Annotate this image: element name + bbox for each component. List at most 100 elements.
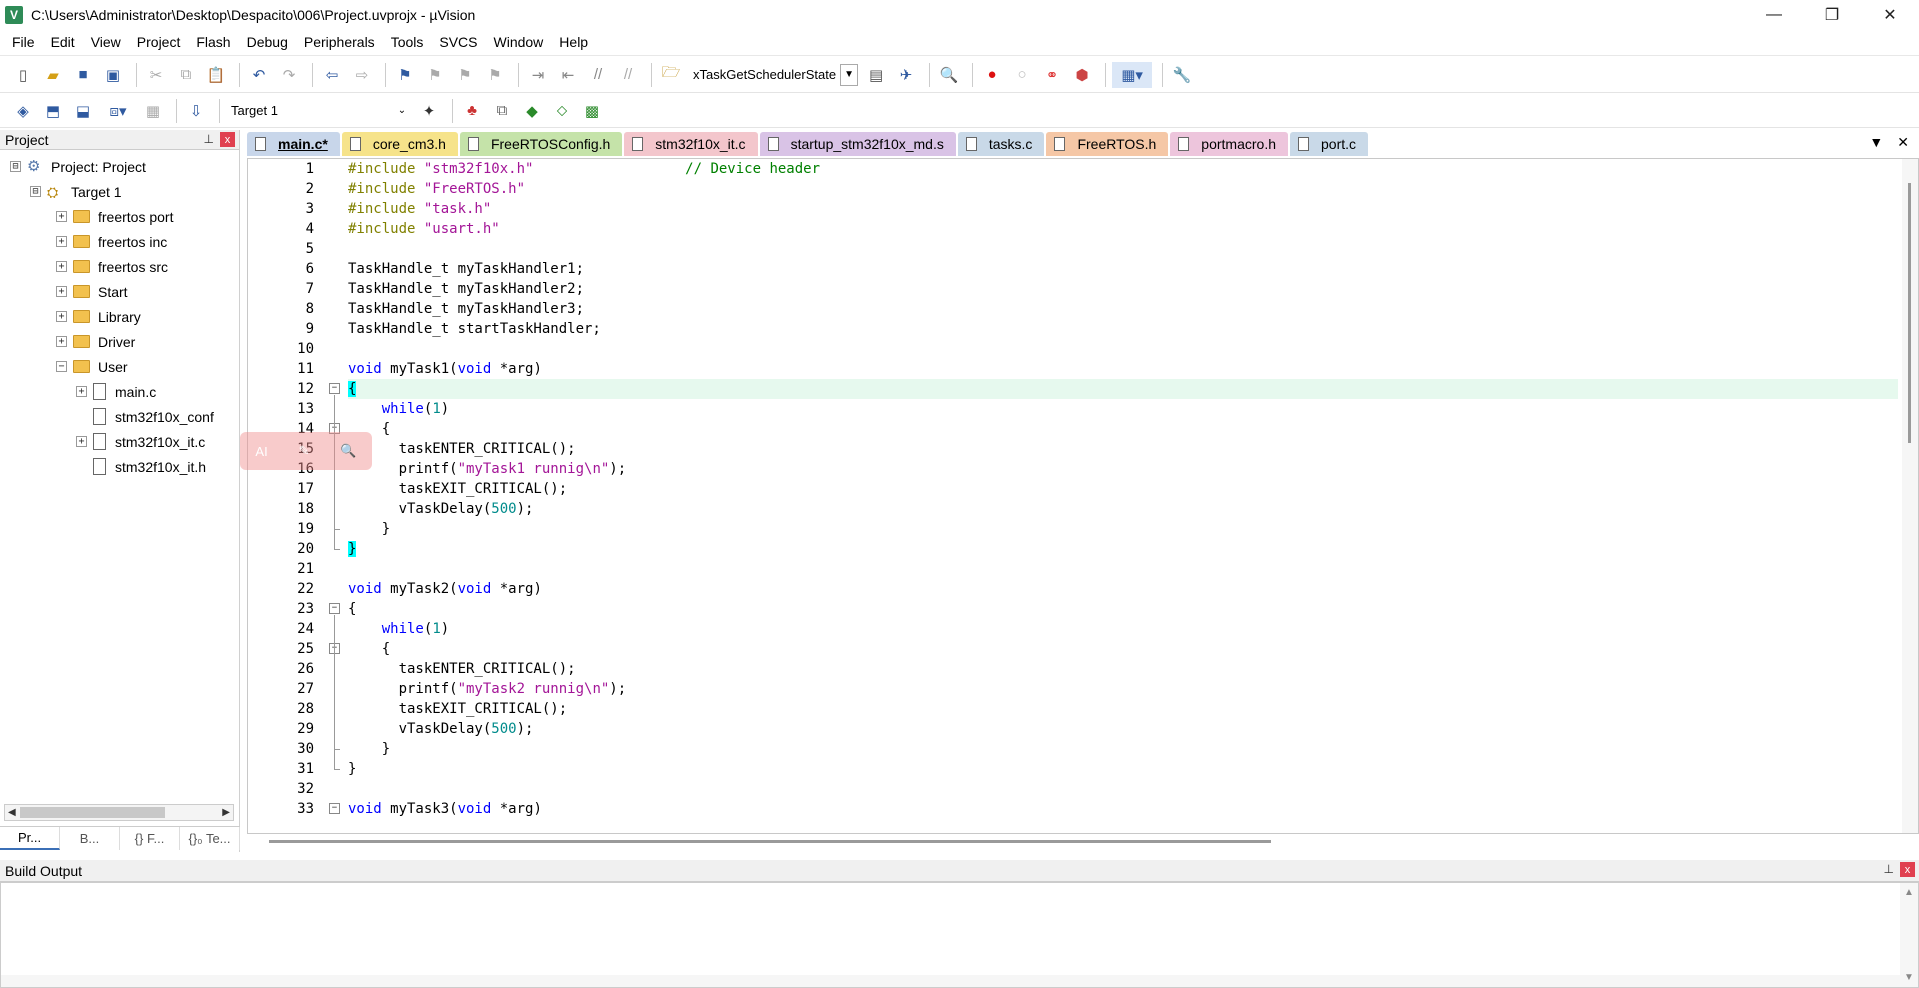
close-icon[interactable]: x xyxy=(220,132,235,147)
tree-item[interactable]: ⊟ ⚙ Project: Project xyxy=(0,154,239,179)
translate-icon[interactable]: ◈ xyxy=(10,98,36,124)
code-line[interactable]: } xyxy=(348,739,1898,759)
code-line[interactable]: while(1) xyxy=(348,619,1898,639)
close-icon[interactable]: x xyxy=(1900,862,1915,877)
code-line[interactable]: TaskHandle_t myTaskHandler1; xyxy=(348,259,1898,279)
incremental-find-icon[interactable]: ▤ xyxy=(863,62,889,88)
bookmark-icon[interactable]: ⚑ xyxy=(392,62,418,88)
maximize-button[interactable]: ❐ xyxy=(1803,0,1861,29)
code-line[interactable]: void myTask1(void *arg) xyxy=(348,359,1898,379)
code-line[interactable]: } xyxy=(348,519,1898,539)
menu-project[interactable]: Project xyxy=(129,29,189,56)
clear-bookmarks-icon[interactable]: ⚑ xyxy=(482,62,508,88)
code-line[interactable]: { xyxy=(348,639,1898,659)
code-line[interactable]: taskENTER_CRITICAL(); xyxy=(348,659,1898,679)
horizontal-scrollbar[interactable]: ◀ ▶ xyxy=(4,804,234,821)
expand-toggle-icon[interactable]: + xyxy=(56,311,67,322)
stop-build-icon[interactable]: ▦ xyxy=(140,98,166,124)
code-line[interactable]: { xyxy=(348,419,1898,439)
scroll-up-icon[interactable]: ▲ xyxy=(1904,887,1914,898)
file-tab[interactable]: FreeRTOS.h xyxy=(1046,132,1169,156)
find-replace-icon[interactable]: ✈ xyxy=(893,62,919,88)
code-line[interactable]: TaskHandle_t myTaskHandler3; xyxy=(348,299,1898,319)
vertical-scrollbar[interactable] xyxy=(1902,159,1918,833)
scroll-right-icon[interactable]: ▶ xyxy=(222,805,230,820)
pack-installer-icon[interactable]: ⬦ xyxy=(549,98,575,124)
code-line[interactable]: #include "stm32f10x.h" // Device header xyxy=(348,159,1898,179)
code-line[interactable]: vTaskDelay(500); xyxy=(348,499,1898,519)
search-icon[interactable]: 🔍 xyxy=(340,443,356,459)
tree-item[interactable]: + Library xyxy=(0,304,239,329)
close-tab-icon[interactable]: ✕ xyxy=(1897,134,1909,151)
menu-peripherals[interactable]: Peripherals xyxy=(296,29,383,56)
kill-breakpoints-icon[interactable]: ⬢ xyxy=(1069,62,1095,88)
run-time-environment-icon[interactable]: ▩ xyxy=(579,98,605,124)
expand-toggle-icon[interactable]: + xyxy=(56,236,67,247)
menu-debug[interactable]: Debug xyxy=(239,29,296,56)
chevron-down-icon[interactable]: ▼ xyxy=(840,63,859,86)
download-load-icon[interactable]: ⇩ xyxy=(183,98,209,124)
cut-icon[interactable]: ✂ xyxy=(143,62,169,88)
code-line[interactable]: #include "FreeRTOS.h" xyxy=(348,179,1898,199)
expand-toggle-icon[interactable]: + xyxy=(76,436,87,447)
enable-breakpoint-icon[interactable]: ○ xyxy=(1009,62,1035,88)
menu-window[interactable]: Window xyxy=(486,29,552,56)
tree-item[interactable]: stm32f10x_conf xyxy=(0,404,239,429)
expand-toggle-icon[interactable]: − xyxy=(56,361,67,372)
redo-icon[interactable]: ↷ xyxy=(276,62,302,88)
tab-list-icon[interactable]: ▼ xyxy=(1869,134,1883,151)
code-line[interactable]: void myTask3(void *arg) xyxy=(348,799,1898,819)
file-tab[interactable]: FreeRTOSConfig.h xyxy=(459,132,623,156)
expand-toggle-icon[interactable]: + xyxy=(76,386,87,397)
find-combo-value[interactable]: xTaskGetSchedulerState xyxy=(693,67,836,82)
rebuild-icon[interactable]: ⬓ xyxy=(70,98,96,124)
insert-breakpoint-icon[interactable]: ● xyxy=(979,62,1005,88)
indent-icon[interactable]: ⇥ xyxy=(525,62,551,88)
pin-icon[interactable]: ⊥ xyxy=(204,132,214,147)
vertical-scrollbar[interactable]: ▲ ▼ xyxy=(1900,883,1918,987)
tree-item[interactable]: + freertos inc xyxy=(0,229,239,254)
save-icon[interactable]: ■ xyxy=(70,62,96,88)
code-line[interactable]: TaskHandle_t myTaskHandler2; xyxy=(348,279,1898,299)
code-line[interactable]: } xyxy=(348,759,1898,779)
code-line[interactable]: taskEXIT_CRITICAL(); xyxy=(348,699,1898,719)
scroll-thumb[interactable] xyxy=(20,807,165,818)
scroll-thumb[interactable] xyxy=(269,840,1271,843)
code-line[interactable]: #include "task.h" xyxy=(348,199,1898,219)
file-tab[interactable]: stm32f10x_it.c xyxy=(624,132,758,156)
menu-flash[interactable]: Flash xyxy=(188,29,238,56)
tree-item[interactable]: stm32f10x_it.h xyxy=(0,454,239,479)
paste-icon[interactable]: 📋 xyxy=(203,62,229,88)
tree-item[interactable]: + main.c xyxy=(0,379,239,404)
expand-toggle-icon[interactable]: ⊟ xyxy=(10,161,21,172)
fold-toggle-icon[interactable]: − xyxy=(329,803,340,814)
expand-toggle-icon[interactable]: + xyxy=(56,336,67,347)
copy-icon[interactable]: ⧉ xyxy=(173,62,199,88)
window-layout-icon[interactable]: ▦▾ xyxy=(1112,61,1153,88)
file-tab[interactable]: tasks.c xyxy=(957,132,1045,156)
build-output-text[interactable]: ▲ ▼ xyxy=(0,882,1919,988)
unindent-icon[interactable]: ⇤ xyxy=(555,62,581,88)
uncomment-icon[interactable]: // xyxy=(615,62,641,88)
menu-help[interactable]: Help xyxy=(551,29,596,56)
horizontal-scrollbar[interactable] xyxy=(1,975,1900,987)
find-combo[interactable]: xTaskGetSchedulerState ▼ xyxy=(688,63,863,87)
code-line[interactable]: taskEXIT_CRITICAL(); xyxy=(348,479,1898,499)
scroll-left-icon[interactable]: ◀ xyxy=(8,805,16,820)
minimize-button[interactable]: — xyxy=(1745,0,1803,29)
code-line[interactable]: while(1) xyxy=(348,399,1898,419)
tree-item[interactable]: + freertos port xyxy=(0,204,239,229)
file-tab[interactable]: port.c xyxy=(1290,132,1369,156)
code-line[interactable]: TaskHandle_t startTaskHandler; xyxy=(348,319,1898,339)
code-line[interactable]: vTaskDelay(500); xyxy=(348,719,1898,739)
menu-tools[interactable]: Tools xyxy=(383,29,432,56)
disable-breakpoints-icon[interactable]: ⚭ xyxy=(1039,62,1065,88)
expand-toggle-icon[interactable]: + xyxy=(56,286,67,297)
file-tab[interactable]: main.c* xyxy=(247,132,340,156)
next-bookmark-icon[interactable]: ⚑ xyxy=(452,62,478,88)
navigate-forward-icon[interactable]: ⇨ xyxy=(349,62,375,88)
file-tab[interactable]: portmacro.h xyxy=(1170,132,1288,156)
tree-item[interactable]: + Start xyxy=(0,279,239,304)
code-line[interactable]: } xyxy=(348,539,1898,559)
manage-components-icon[interactable]: ♣ xyxy=(459,98,485,124)
